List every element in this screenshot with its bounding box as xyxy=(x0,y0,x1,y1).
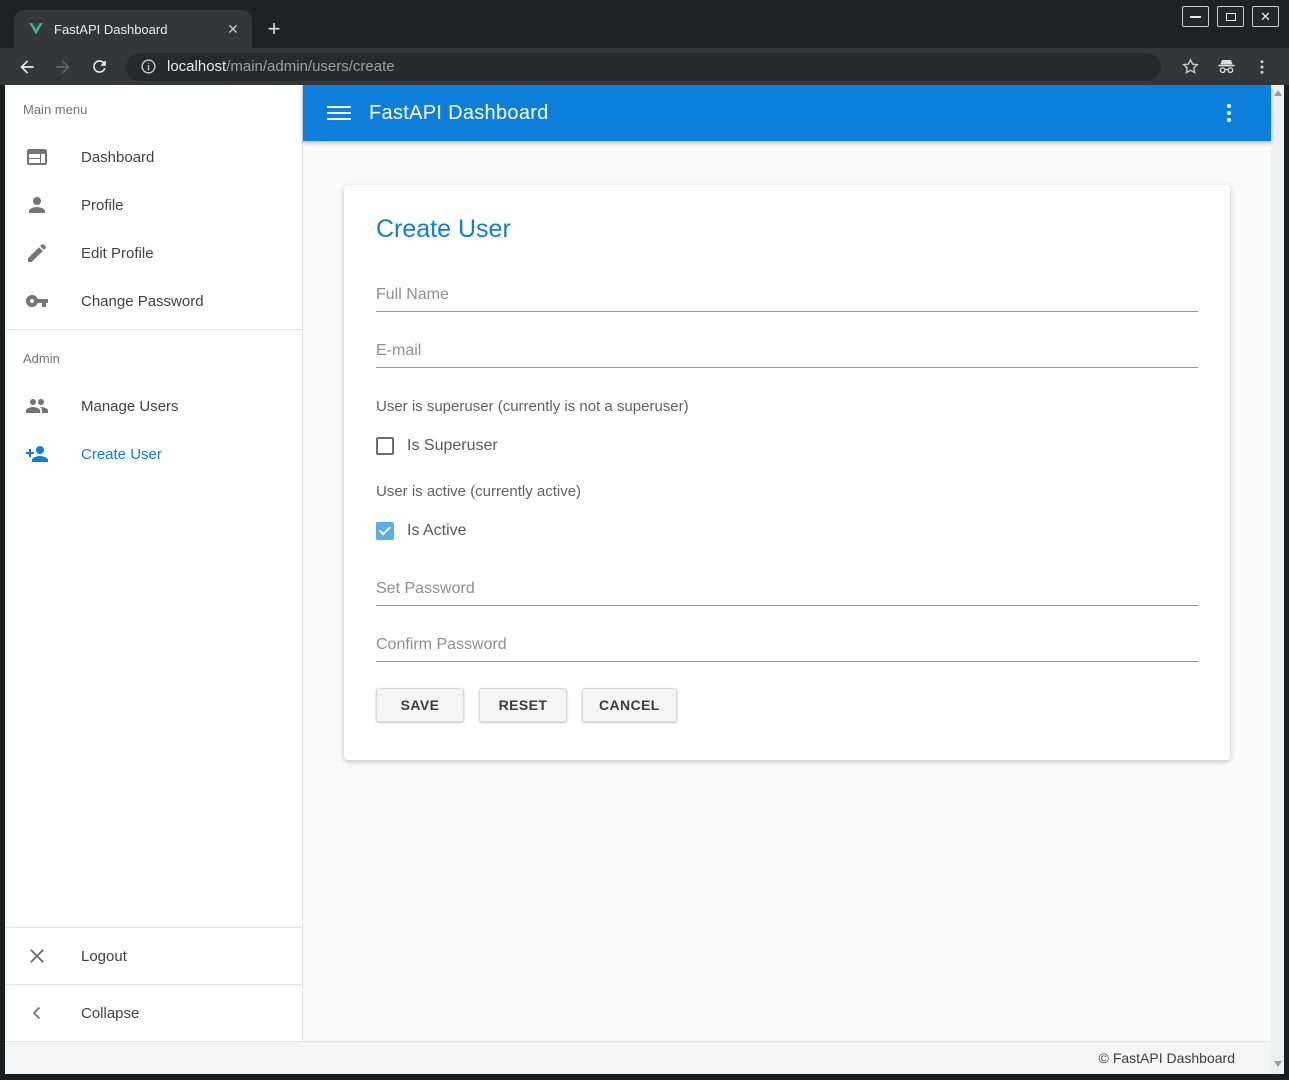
sidebar-item-label: Change Password xyxy=(81,293,204,310)
url-host: localhost xyxy=(167,58,226,75)
tab-strip: FastAPI Dashboard ✕ + ✕ xyxy=(0,0,1289,48)
form-actions: SAVE RESET CANCEL xyxy=(376,688,1198,722)
browser-tab[interactable]: FastAPI Dashboard ✕ xyxy=(14,10,252,48)
scroll-down-icon[interactable] xyxy=(1274,1061,1282,1067)
is-active-label: Is Active xyxy=(407,522,467,540)
forward-button[interactable] xyxy=(48,52,78,82)
tab-close-icon[interactable]: ✕ xyxy=(224,20,242,38)
page-viewport: Main menu Dashboard Profile xyxy=(5,85,1284,1074)
group-icon xyxy=(25,394,49,418)
dashboard-icon xyxy=(25,145,49,169)
tab-title: FastAPI Dashboard xyxy=(54,22,224,37)
app-bar: FastAPI Dashboard xyxy=(303,85,1271,141)
sidebar-item-label: Create User xyxy=(81,446,162,463)
app-title: FastAPI Dashboard xyxy=(369,102,549,125)
url-path: /main/admin/users/create xyxy=(226,58,394,75)
window-close-icon: ✕ xyxy=(1260,10,1271,23)
bookmark-star-icon[interactable] xyxy=(1175,52,1205,82)
browser-menu-icon[interactable] xyxy=(1247,52,1277,82)
sidebar-item-label: Collapse xyxy=(81,1005,139,1022)
person-add-icon xyxy=(25,442,49,466)
create-user-card: Create User User is superuser (currently… xyxy=(344,185,1230,760)
sidebar-divider xyxy=(5,927,302,928)
set-password-input[interactable] xyxy=(376,580,1198,598)
sidebar-item-change-password[interactable]: Change Password xyxy=(5,277,302,325)
key-icon xyxy=(25,289,49,313)
person-icon xyxy=(25,193,49,217)
reload-button[interactable] xyxy=(84,52,114,82)
sidebar-item-logout[interactable]: Logout xyxy=(5,932,302,980)
page-content: Create User User is superuser (currently… xyxy=(303,141,1271,1041)
sidebar-item-label: Dashboard xyxy=(81,149,154,166)
full-name-field-wrap xyxy=(376,286,1198,312)
sidebar-item-profile[interactable]: Profile xyxy=(5,181,302,229)
pencil-icon xyxy=(25,241,49,265)
info-icon[interactable] xyxy=(140,58,157,75)
email-input[interactable] xyxy=(376,342,1198,360)
url-text: localhost/main/admin/users/create xyxy=(167,58,395,75)
superuser-hint: User is superuser (currently is not a su… xyxy=(376,398,1198,415)
active-hint: User is active (currently active) xyxy=(376,483,1198,500)
minimize-icon xyxy=(1190,16,1201,18)
sidebar-item-create-user[interactable]: Create User xyxy=(5,430,302,478)
browser-toolbar: localhost/main/admin/users/create xyxy=(0,48,1289,85)
sidebar-divider xyxy=(5,329,302,330)
new-tab-button[interactable]: + xyxy=(260,15,288,43)
sidebar-section-main-menu: Main menu xyxy=(5,85,302,133)
sidebar-item-label: Profile xyxy=(81,197,124,214)
is-superuser-label: Is Superuser xyxy=(407,437,498,455)
sidebar-item-label: Edit Profile xyxy=(81,245,154,262)
sidebar-item-label: Manage Users xyxy=(81,398,179,415)
vertical-scrollbar[interactable] xyxy=(1271,85,1284,1074)
vue-favicon xyxy=(28,21,44,37)
sidebar-item-manage-users[interactable]: Manage Users xyxy=(5,382,302,430)
window-controls: ✕ xyxy=(1182,6,1279,27)
sidebar-item-edit-profile[interactable]: Edit Profile xyxy=(5,229,302,277)
sidebar-item-dashboard[interactable]: Dashboard xyxy=(5,133,302,181)
sidebar-divider xyxy=(5,984,302,985)
window-maximize-button[interactable] xyxy=(1217,6,1244,27)
set-password-field-wrap xyxy=(376,580,1198,606)
email-field-wrap xyxy=(376,342,1198,368)
sidebar: Main menu Dashboard Profile xyxy=(5,85,303,1041)
window-border-bottom xyxy=(0,1074,1289,1080)
main-area: FastAPI Dashboard Create User xyxy=(303,85,1271,1041)
browser-window: FastAPI Dashboard ✕ + ✕ localhost/main/a xyxy=(0,0,1289,1080)
reset-button[interactable]: RESET xyxy=(479,688,567,722)
back-button[interactable] xyxy=(12,52,42,82)
sidebar-item-label: Logout xyxy=(81,948,127,965)
is-superuser-row[interactable]: Is Superuser xyxy=(376,437,1198,455)
full-name-input[interactable] xyxy=(376,286,1198,304)
incognito-icon xyxy=(1211,52,1241,82)
chevron-left-icon xyxy=(25,1001,49,1025)
sidebar-section-admin: Admin xyxy=(5,334,302,382)
sidebar-spacer xyxy=(5,478,302,923)
window-minimize-button[interactable] xyxy=(1182,6,1209,27)
confirm-password-field-wrap xyxy=(376,636,1198,662)
maximize-icon xyxy=(1226,13,1236,21)
hamburger-icon[interactable] xyxy=(327,101,351,125)
scroll-up-icon[interactable] xyxy=(1274,90,1282,96)
page-footer: © FastAPI Dashboard xyxy=(5,1041,1271,1074)
is-active-checkbox[interactable] xyxy=(376,522,394,540)
is-superuser-checkbox[interactable] xyxy=(376,437,394,455)
sidebar-item-collapse[interactable]: Collapse xyxy=(5,989,302,1037)
confirm-password-input[interactable] xyxy=(376,636,1198,654)
copyright-text: © FastAPI Dashboard xyxy=(1099,1050,1235,1066)
window-close-button[interactable]: ✕ xyxy=(1252,6,1279,27)
close-icon xyxy=(25,944,49,968)
cancel-button[interactable]: CANCEL xyxy=(582,688,677,722)
page-title: Create User xyxy=(376,215,1198,244)
is-active-row[interactable]: Is Active xyxy=(376,522,1198,540)
url-bar[interactable]: localhost/main/admin/users/create xyxy=(126,53,1161,81)
kebab-menu-icon[interactable] xyxy=(1217,101,1241,125)
save-button[interactable]: SAVE xyxy=(376,688,464,722)
